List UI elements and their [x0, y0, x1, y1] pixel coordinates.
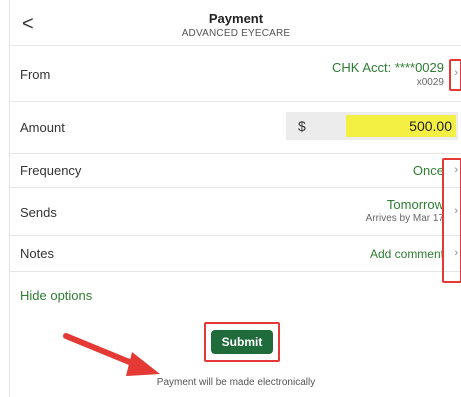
- submit-button[interactable]: Submit: [211, 330, 273, 354]
- add-comment-link[interactable]: Add comment: [370, 247, 444, 261]
- payment-screen: < Payment ADVANCED EYECARE From CHK Acct…: [9, 0, 461, 397]
- from-account-short: x0029: [416, 77, 444, 88]
- from-row[interactable]: From CHK Acct: ****0029 x0029 ›: [10, 46, 461, 102]
- sends-label: Sends: [20, 205, 57, 220]
- currency-symbol: $: [298, 118, 306, 134]
- sends-value: Tomorrow: [386, 197, 444, 212]
- sends-row[interactable]: Sends Tomorrow Arrives by Mar 17 ›: [10, 188, 461, 236]
- highlight-box-row-chevrons: [442, 158, 461, 283]
- header: < Payment ADVANCED EYECARE: [10, 0, 461, 46]
- frequency-label: Frequency: [20, 163, 82, 178]
- notes-row[interactable]: Notes Add comment ›: [10, 236, 461, 272]
- frequency-row[interactable]: Frequency Once ›: [10, 154, 461, 188]
- payee-name: ADVANCED EYECARE: [181, 28, 291, 39]
- amount-input[interactable]: 500.00: [346, 115, 456, 137]
- highlight-box-from-chevron: [449, 59, 461, 91]
- frequency-value: Once: [412, 163, 444, 178]
- amount-field[interactable]: $ 500.00: [286, 112, 458, 140]
- amount-label: Amount: [20, 120, 65, 135]
- footer-note: Payment will be made electronically: [156, 377, 316, 388]
- notes-label: Notes: [20, 246, 54, 261]
- arrives-by-text: Arrives by Mar 17: [365, 213, 444, 224]
- hide-options-link[interactable]: Hide options: [20, 288, 92, 303]
- annotation-arrow-icon: [63, 333, 160, 376]
- from-account: CHK Acct: ****0029: [331, 60, 444, 75]
- page-title: Payment: [208, 11, 264, 26]
- from-label: From: [20, 67, 51, 82]
